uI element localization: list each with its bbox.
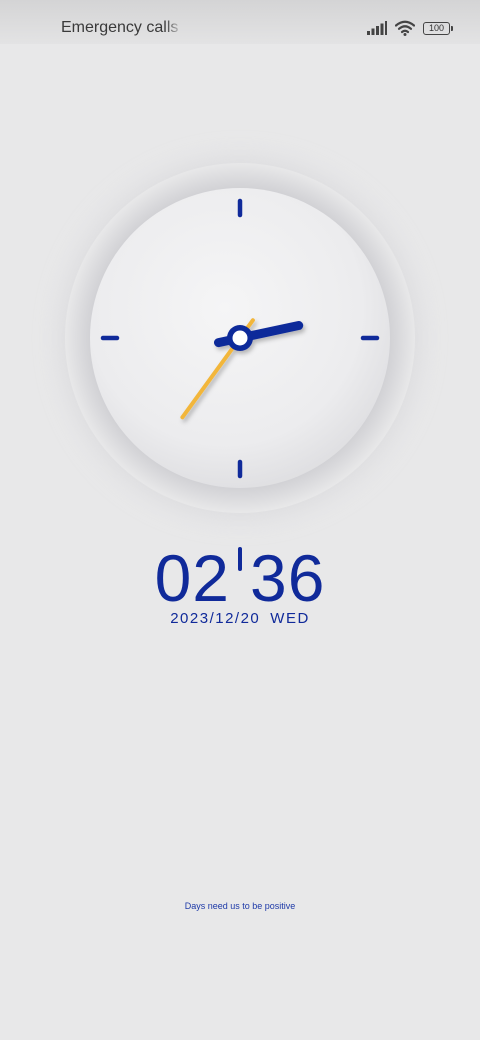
digital-hours: 02: [154, 541, 230, 615]
digital-minutes: 36: [250, 541, 326, 615]
date-text: 2023/12/20: [170, 610, 261, 627]
date-line: 2023/12/20 WED: [0, 610, 480, 627]
digital-time: 02 36: [0, 538, 480, 618]
time-separator: [238, 547, 242, 571]
quote-text: Days need us to be positive: [184, 901, 296, 911]
analog-clock-graphic: [62, 160, 418, 516]
weekday-text: WED: [270, 610, 310, 627]
analog-clock: [0, 0, 480, 560]
clock-hub-center: [232, 330, 248, 346]
